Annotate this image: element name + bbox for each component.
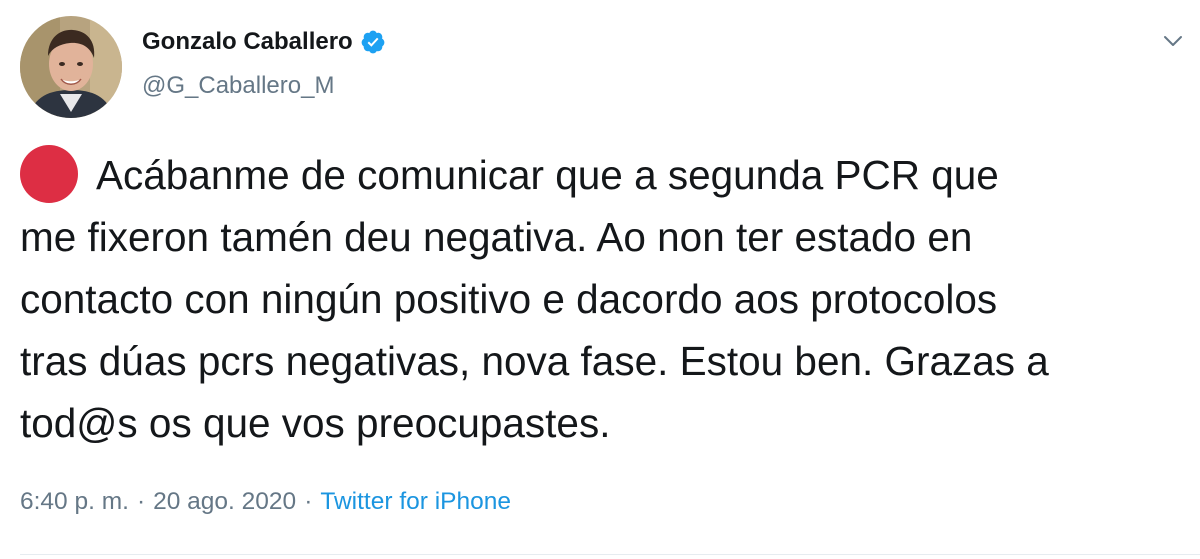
tweet-date[interactable]: 20 ago. 2020 bbox=[153, 488, 296, 516]
tweet-text: Acábanme de comunicar que a segunda PCR … bbox=[20, 144, 1188, 454]
meta-separator: · bbox=[136, 488, 146, 515]
chevron-down-icon[interactable] bbox=[1162, 30, 1184, 52]
author-handle[interactable]: @G_Caballero_M bbox=[142, 72, 334, 100]
tweet-source-link[interactable]: Twitter for iPhone bbox=[320, 488, 511, 516]
tweet-text-line-1: me fixeron tamén deu negativa. Ao non te… bbox=[20, 214, 973, 260]
author-name-row: Gonzalo Caballero bbox=[142, 28, 386, 56]
tweet-card: Gonzalo Caballero @G_Caballero_M Acábanm… bbox=[0, 0, 1200, 559]
avatar-photo bbox=[20, 16, 122, 118]
avatar[interactable] bbox=[20, 16, 122, 118]
tweet-text-line: Acábanme de comunicar que a segunda PCR … bbox=[20, 144, 1188, 206]
tweet-text-line-4: tod@s os que vos preocupastes. bbox=[20, 400, 611, 446]
tweet-text-line-0: Acábanme de comunicar que a segunda PCR … bbox=[96, 152, 999, 198]
tweet-text-line-2: contacto con ningún positivo e dacordo a… bbox=[20, 276, 998, 322]
author-display-name[interactable]: Gonzalo Caballero bbox=[142, 28, 353, 56]
tweet-time[interactable]: 6:40 p. m. bbox=[20, 488, 129, 516]
divider bbox=[20, 554, 1200, 555]
red-circle-emoji-icon bbox=[20, 145, 78, 203]
meta-separator: · bbox=[304, 488, 313, 515]
tweet-text-line-3: tras dúas pcrs negativas, nova fase. Est… bbox=[20, 338, 1049, 384]
verified-badge-icon bbox=[360, 29, 386, 55]
tweet-metadata: 6:40 p. m. · 20 ago. 2020 · Twitter for … bbox=[20, 488, 511, 516]
